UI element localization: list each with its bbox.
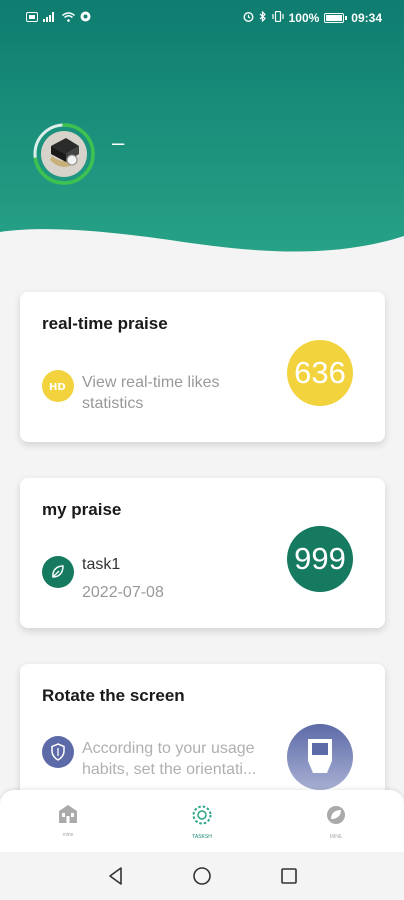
realtime-count-badge: 636 bbox=[287, 340, 353, 406]
card-title: my praise bbox=[42, 500, 122, 519]
home-icon[interactable] bbox=[192, 866, 212, 891]
nav-label: MINE bbox=[329, 834, 343, 840]
task-name: task1 bbox=[82, 556, 121, 573]
status-bar: 100% 09:34 bbox=[0, 0, 404, 36]
recents-icon[interactable] bbox=[279, 866, 299, 891]
building-icon bbox=[57, 804, 79, 829]
vpn-icon bbox=[80, 11, 91, 25]
leaf-icon bbox=[325, 804, 347, 831]
sim-icon bbox=[26, 11, 38, 25]
my-praise-card[interactable]: my praise task1 2022-07-08 999 bbox=[20, 478, 385, 628]
bottom-nav: mine TASKSH MINE bbox=[0, 790, 404, 852]
vibrate-icon bbox=[271, 10, 284, 25]
profile[interactable]: – bbox=[32, 122, 124, 186]
rotate-phone-icon bbox=[287, 724, 353, 790]
nav-item-task[interactable]: TASKSH bbox=[172, 804, 232, 840]
battery-percent: 100% bbox=[288, 11, 320, 25]
username: – bbox=[112, 130, 125, 155]
avatar[interactable] bbox=[32, 122, 96, 186]
realtime-praise-card[interactable]: real-time praise HD View real-time likes… bbox=[20, 292, 385, 442]
shield-icon bbox=[42, 736, 74, 768]
nav-label: mine bbox=[62, 832, 74, 838]
system-nav-bar bbox=[0, 852, 404, 900]
task-date: 2022-07-08 bbox=[82, 584, 164, 601]
my-praise-count-badge: 999 bbox=[287, 526, 353, 592]
ring-icon bbox=[191, 804, 213, 831]
battery-icon bbox=[324, 13, 348, 23]
statistics-icon: HD bbox=[42, 370, 74, 402]
nav-item-mine[interactable]: mine bbox=[38, 804, 98, 838]
rotate-description: According to your usage habits, set the … bbox=[82, 740, 257, 778]
back-icon[interactable] bbox=[106, 866, 126, 891]
signal-icon bbox=[43, 11, 57, 25]
leaf-icon bbox=[42, 556, 74, 588]
status-time: 09:34 bbox=[351, 11, 382, 25]
realtime-description: View real-time likes statistics bbox=[82, 374, 220, 412]
wifi-icon bbox=[62, 11, 75, 25]
bluetooth-icon bbox=[259, 10, 267, 25]
nav-label: TASKSH bbox=[192, 834, 212, 840]
alarm-icon bbox=[243, 11, 254, 25]
svg-text:HD: HD bbox=[49, 382, 66, 393]
card-title: real-time praise bbox=[42, 314, 168, 333]
nav-item-profile[interactable]: MINE bbox=[306, 804, 366, 840]
card-title: Rotate the screen bbox=[42, 686, 185, 705]
